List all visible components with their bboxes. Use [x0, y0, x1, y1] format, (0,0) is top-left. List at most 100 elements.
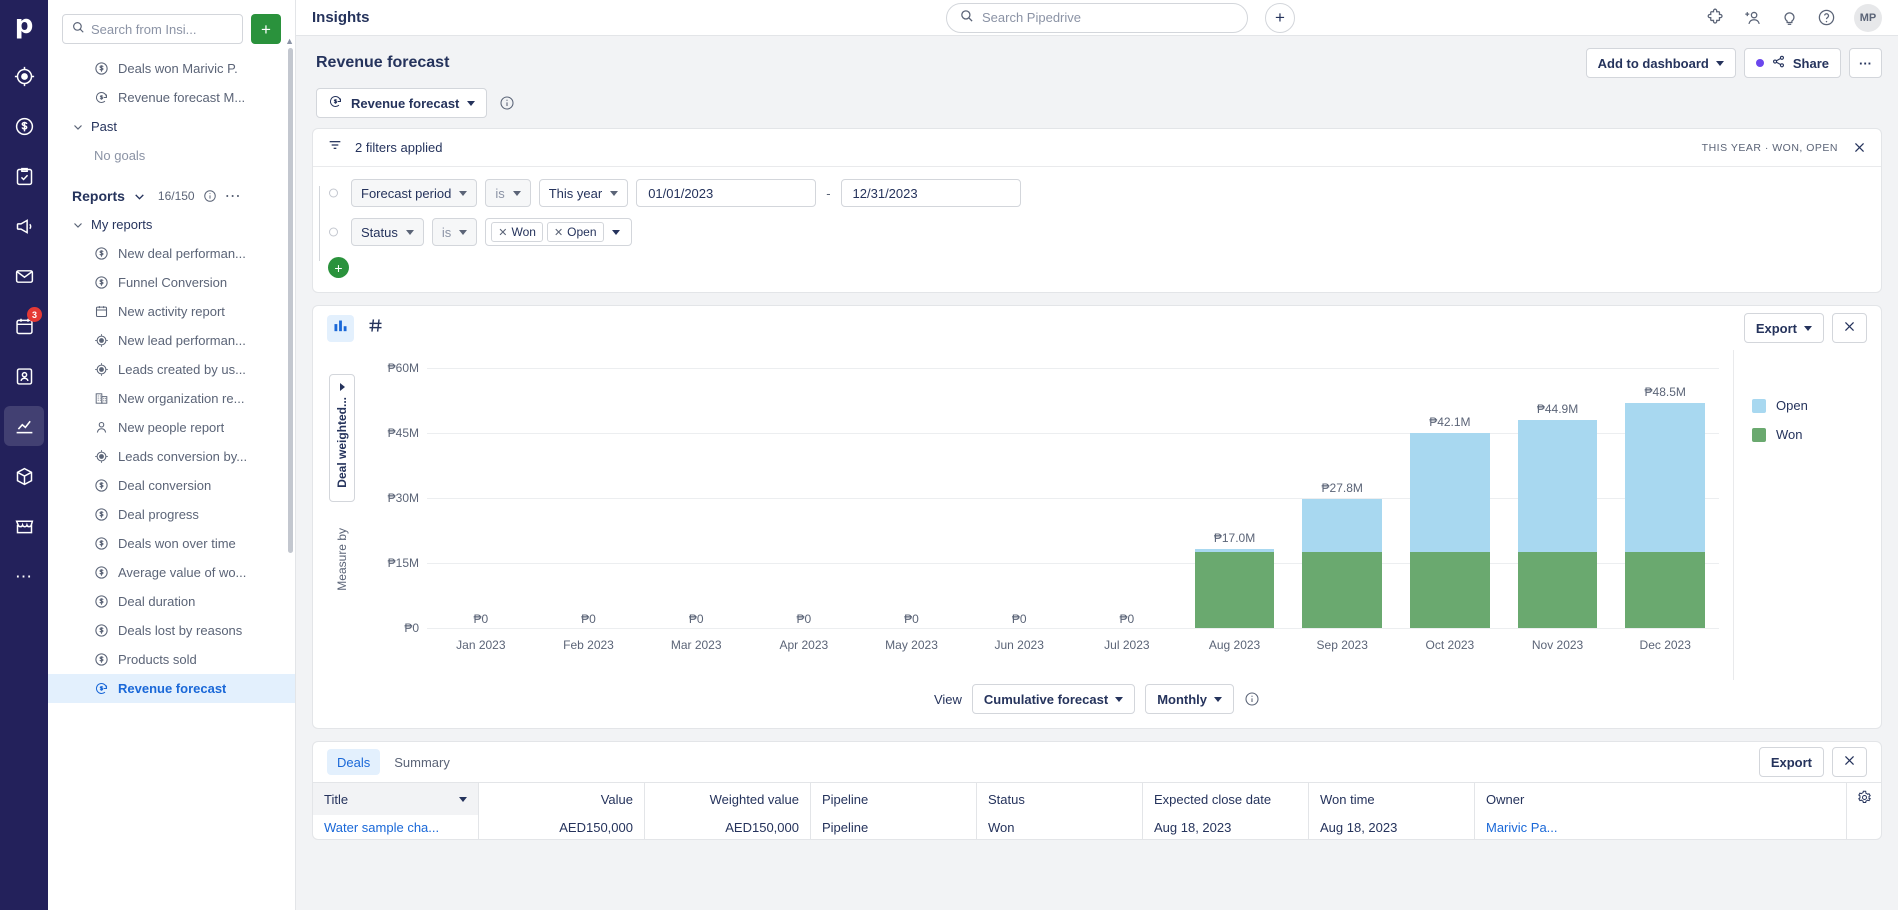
column-header-title[interactable]: Title [313, 783, 479, 815]
report-more-button[interactable]: ··· [1849, 48, 1882, 78]
user-avatar[interactable]: MP [1854, 3, 1882, 32]
sidebar-add-button[interactable]: + [251, 14, 281, 44]
sidebar-search-input[interactable] [91, 21, 234, 37]
report-info-icon[interactable] [499, 95, 515, 111]
sidebar-report-11[interactable]: Average value of wo... [48, 558, 295, 587]
tab-summary[interactable]: Summary [384, 749, 460, 775]
add-to-dashboard-button[interactable]: Add to dashboard [1585, 48, 1736, 78]
bar-column[interactable] [858, 368, 966, 628]
sidebar-report-revenue-forecast[interactable]: Revenue forecast [48, 674, 295, 703]
chart-numbers-toggle[interactable] [362, 315, 389, 342]
measure-select[interactable]: Deal weighted... [329, 374, 355, 502]
column-header-owner[interactable]: Owner [1475, 783, 1847, 815]
bar-column[interactable] [427, 368, 535, 628]
filter-status-tags[interactable]: ✕ Won ✕ Open [485, 218, 632, 246]
rail-item-campaigns[interactable] [4, 206, 44, 246]
sidebar-goal-revenue-forecast[interactable]: Revenue forecast M... [48, 83, 295, 112]
chart-export-button[interactable]: Export [1743, 313, 1824, 343]
view-mode-select[interactable]: Cumulative forecast [971, 684, 1136, 714]
cell-title[interactable]: Water sample cha... [313, 815, 479, 839]
bar-column[interactable]: ₱48.5M [1611, 368, 1719, 628]
global-search-box[interactable] [946, 2, 1248, 33]
help-icon[interactable] [1817, 8, 1836, 27]
scroll-up-arrow[interactable]: ▲ [285, 36, 294, 46]
info-icon[interactable] [203, 189, 217, 203]
interval-select[interactable]: Monthly [1145, 684, 1235, 714]
chart-close-button[interactable] [1832, 313, 1867, 343]
sidebar-goal-deals-won[interactable]: Deals won Marivic P. [48, 54, 295, 83]
bar-column[interactable] [750, 368, 858, 628]
status-tag-open[interactable]: ✕ Open [546, 222, 604, 242]
chevron-down-icon[interactable] [133, 190, 146, 203]
bar-stack[interactable]: ₱48.5M [1625, 385, 1706, 628]
rail-item-contacts[interactable] [4, 356, 44, 396]
rail-item-products[interactable] [4, 456, 44, 496]
sidebar-report-12[interactable]: Deal duration [48, 587, 295, 616]
bar-column[interactable] [535, 368, 643, 628]
sidebar-report-0[interactable]: New deal performan... [48, 239, 295, 268]
column-header-weighted-value[interactable]: Weighted value [645, 783, 811, 815]
sidebar-group-my-reports[interactable]: My reports [48, 210, 295, 239]
sidebar-report-4[interactable]: Leads created by us... [48, 355, 295, 384]
filter-field-select[interactable]: Status [351, 218, 424, 246]
filter-date-from-input[interactable]: 01/01/2023 [636, 179, 817, 207]
filter-preset-select[interactable]: This year [538, 179, 629, 207]
sidebar-report-14[interactable]: Products sold [48, 645, 295, 674]
sidebar-report-7[interactable]: Leads conversion by... [48, 442, 295, 471]
bar-stack[interactable]: ₱42.1M [1410, 415, 1490, 628]
sidebar-report-1[interactable]: Funnel Conversion [48, 268, 295, 297]
close-icon[interactable]: ✕ [498, 226, 507, 239]
column-header-status[interactable]: Status [977, 783, 1143, 815]
rail-item-mail[interactable] [4, 256, 44, 296]
sidebar-report-8[interactable]: Deal conversion [48, 471, 295, 500]
close-filters-icon[interactable] [1852, 140, 1867, 155]
bar-column[interactable]: ₱27.8M [1288, 368, 1396, 628]
table-close-button[interactable] [1832, 747, 1867, 777]
sidebar-report-9[interactable]: Deal progress [48, 500, 295, 529]
rail-item-activities[interactable]: 3 [4, 306, 44, 346]
status-dropdown-toggle[interactable] [606, 229, 628, 235]
bar-segment-open[interactable] [1302, 499, 1383, 552]
sidebar-report-6[interactable]: New people report [48, 413, 295, 442]
filter-operator-select[interactable]: is [485, 179, 531, 207]
rail-item-more[interactable]: ⋯ [4, 556, 44, 596]
rail-item-leads[interactable] [4, 56, 44, 96]
rail-item-deals[interactable] [4, 106, 44, 146]
tab-deals[interactable]: Deals [327, 749, 381, 775]
legend-item-open[interactable]: Open [1752, 398, 1881, 413]
filter-date-to-input[interactable]: 12/31/2023 [840, 179, 1021, 207]
close-icon[interactable]: ✕ [554, 226, 563, 239]
bar-stack[interactable]: ₱44.9M [1517, 402, 1598, 628]
reports-more-icon[interactable]: ⋯ [225, 186, 241, 206]
table-export-button[interactable]: Export [1758, 747, 1824, 777]
bar-stack[interactable]: ₱27.8M [1302, 481, 1383, 628]
rail-item-marketplace[interactable] [4, 506, 44, 546]
create-new-button[interactable]: + [1265, 2, 1295, 33]
rail-item-projects[interactable] [4, 156, 44, 196]
table-row[interactable]: Water sample cha... AED150,000 AED150,00… [313, 815, 1881, 839]
filter-field-select[interactable]: Forecast period [351, 179, 478, 207]
column-header-pipeline[interactable]: Pipeline [811, 783, 977, 815]
column-header-won-time[interactable]: Won time [1309, 783, 1475, 815]
sidebar-report-13[interactable]: Deals lost by reasons [48, 616, 295, 645]
bar-column[interactable]: ₱44.9M [1504, 368, 1612, 628]
share-button[interactable]: Share [1743, 48, 1841, 78]
bar-column[interactable] [965, 368, 1073, 628]
column-header-expected-close-date[interactable]: Expected close date [1143, 783, 1309, 815]
sidebar-search-box[interactable] [62, 14, 243, 44]
lightbulb-icon[interactable] [1780, 8, 1799, 27]
bar-column[interactable] [1073, 368, 1181, 628]
sidebar-report-2[interactable]: New activity report [48, 297, 295, 326]
sidebar-report-10[interactable]: Deals won over time [48, 529, 295, 558]
bar-column[interactable] [642, 368, 750, 628]
sidebar-scrollbar[interactable] [288, 48, 293, 553]
chart-view-toggle[interactable] [327, 314, 354, 342]
bar-segment-open[interactable] [1517, 419, 1598, 552]
bar-column[interactable]: ₱42.1M [1396, 368, 1504, 628]
legend-item-won[interactable]: Won [1752, 427, 1881, 442]
sidebar-report-5[interactable]: New organization re... [48, 384, 295, 413]
add-filter-button[interactable]: + [328, 257, 349, 278]
global-search-input[interactable] [982, 10, 1235, 25]
filter-operator-select[interactable]: is [431, 218, 478, 246]
add-person-icon[interactable] [1743, 8, 1762, 27]
